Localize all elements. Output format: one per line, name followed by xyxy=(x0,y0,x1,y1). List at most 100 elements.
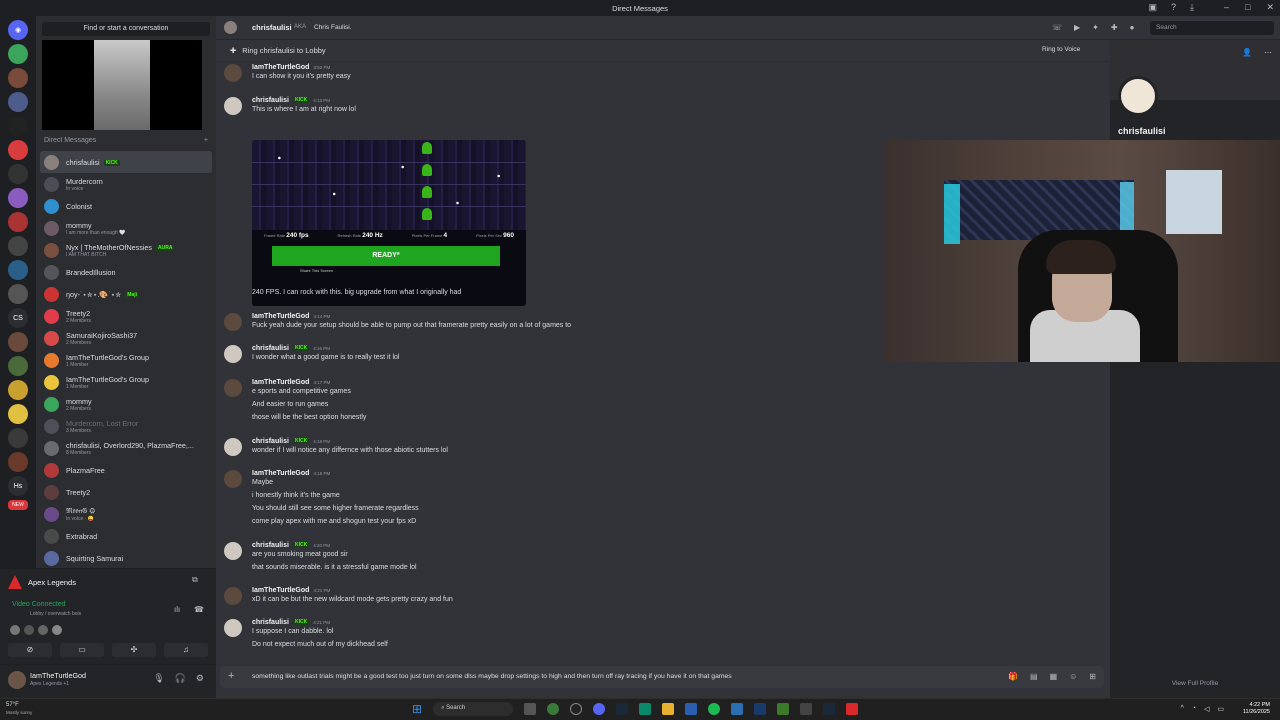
mic-icon[interactable]: 🎙 xyxy=(153,673,164,684)
avatar[interactable] xyxy=(224,313,242,331)
server-icon[interactable] xyxy=(8,188,28,208)
server-icon[interactable] xyxy=(8,164,28,184)
attach-button[interactable]: + xyxy=(228,670,234,682)
dm-item[interactable]: 𝔐𝔬𝔬𝔫𝔊 ⚙ In voice · 😜 xyxy=(40,503,212,525)
tray-chevron-icon[interactable]: ^ xyxy=(1180,705,1183,713)
message-author[interactable]: chrisfaulisi xyxy=(252,345,289,352)
avatar[interactable] xyxy=(224,470,242,488)
server-icon[interactable] xyxy=(8,332,28,352)
gear-icon[interactable]: ⚙ xyxy=(196,673,204,684)
avatar[interactable] xyxy=(224,438,242,456)
apps-icon[interactable]: ⊞ xyxy=(1089,672,1096,681)
task-view-icon[interactable] xyxy=(524,703,537,715)
windows-start-icon[interactable]: ⊞ xyxy=(412,702,422,716)
dm-item[interactable]: Nyx | TheMotherOfNessies AURA I AM THAT BI… xyxy=(40,239,212,261)
dm-item[interactable]: Extrabrad xyxy=(40,525,212,547)
soundboard-icon[interactable]: ılı xyxy=(174,605,180,614)
message-input[interactable]: something like outlast trials might be a… xyxy=(252,673,732,680)
message-author[interactable]: chrisfaulisi xyxy=(252,438,289,445)
gift-icon[interactable]: 🎁 xyxy=(1008,672,1018,681)
popout-icon[interactable]: ⧉ xyxy=(192,575,198,585)
minimize-button[interactable]: – xyxy=(1224,2,1229,13)
server-icon[interactable] xyxy=(8,68,28,88)
app-icon[interactable] xyxy=(547,703,560,715)
add-dm-button[interactable]: + xyxy=(204,137,208,144)
sticker-icon[interactable]: ▦ xyxy=(1050,672,1058,681)
steam-icon[interactable] xyxy=(616,703,629,715)
minecraft-icon[interactable] xyxy=(777,703,790,715)
avatar[interactable] xyxy=(224,587,242,605)
battery-icon[interactable]: ▭ xyxy=(1217,705,1224,713)
profile-avatar[interactable] xyxy=(1118,76,1158,116)
server-icon[interactable] xyxy=(8,44,28,64)
avatar[interactable] xyxy=(8,671,26,689)
dm-item[interactable]: chrisfaulisi, Overlord290, PlazmaFree,..… xyxy=(40,437,212,459)
message-author[interactable]: IamTheTurtleGod xyxy=(252,64,309,71)
message-author[interactable]: chrisfaulisi xyxy=(252,542,289,549)
more-icon[interactable]: ⋯ xyxy=(1264,48,1272,57)
dm-item[interactable]: IamTheTurtleGod's Group 1 Member xyxy=(40,349,212,371)
stream-preview[interactable] xyxy=(42,40,202,130)
server-icon[interactable] xyxy=(8,92,28,112)
headphones-icon[interactable]: 🎧 xyxy=(175,673,186,684)
taskbar-search[interactable]: ⌕ Search xyxy=(433,702,514,716)
dm-item[interactable]: PlazmaFree xyxy=(40,459,212,481)
message-composer[interactable]: + something like outlast trials might be… xyxy=(220,666,1104,688)
app-icon[interactable] xyxy=(754,703,767,715)
discord-taskbar-icon[interactable] xyxy=(593,703,606,715)
avatar[interactable] xyxy=(224,97,242,115)
server-icon-cs[interactable]: CS xyxy=(8,308,28,328)
avatar[interactable] xyxy=(224,379,242,397)
message-author[interactable]: chrisfaulisi xyxy=(252,97,289,104)
server-icon[interactable] xyxy=(8,428,28,448)
find-conversation-button[interactable]: Find or start a conversation xyxy=(42,22,210,36)
discord-home-icon[interactable]: ◉ xyxy=(8,20,28,40)
view-full-profile-link[interactable]: View Full Profile xyxy=(1110,680,1280,687)
video-icon[interactable]: ▶ xyxy=(1074,23,1080,32)
dm-item[interactable]: BrandedIllusion xyxy=(40,261,212,283)
server-icon[interactable] xyxy=(8,140,28,160)
dm-item[interactable]: Treety2 2 Members xyxy=(40,305,212,327)
dm-item[interactable]: Squirting Samurai xyxy=(40,547,212,569)
server-icon[interactable] xyxy=(8,380,28,400)
soundboard-button[interactable]: ♫ xyxy=(164,643,208,657)
avatar[interactable] xyxy=(224,619,242,637)
app-icon[interactable] xyxy=(823,703,836,715)
message-author[interactable]: IamTheTurtleGod xyxy=(252,470,309,477)
dm-item[interactable]: mommy I am more than enough 🤍 xyxy=(40,217,212,239)
server-icon[interactable] xyxy=(8,212,28,232)
inbox-icon[interactable]: ▣ xyxy=(1148,2,1157,13)
app-icon[interactable] xyxy=(731,703,744,715)
dm-item[interactable]: Colonist xyxy=(40,195,212,217)
app-icon[interactable] xyxy=(639,703,652,715)
user-name[interactable]: IamTheTurtleGod xyxy=(30,671,86,680)
search-input[interactable]: Search xyxy=(1150,21,1274,35)
channel-name[interactable]: chrisfaulisi xyxy=(252,23,292,32)
ring-to-voice-button[interactable]: Ring to Voice xyxy=(1042,46,1080,53)
image-embed[interactable]: Frame Rate 240 fps Refresh Rate 240 Hz Pix… xyxy=(252,140,526,306)
help-icon[interactable]: ? xyxy=(1171,2,1176,13)
dm-item[interactable]: SamuraiKojiroSashi37 2 Members xyxy=(40,327,212,349)
clock[interactable]: 4:22 PM 11/26/2025 xyxy=(1243,702,1270,716)
avatar[interactable] xyxy=(52,625,62,635)
apex-taskbar-icon[interactable] xyxy=(846,703,859,715)
dm-item[interactable]: chrisfaulisi KICK xyxy=(40,151,212,173)
network-icon[interactable]: ◔ xyxy=(1192,705,1196,713)
disconnect-icon[interactable]: ☎ xyxy=(194,605,204,614)
server-icon[interactable] xyxy=(8,452,28,472)
screen-share-button[interactable]: ▭ xyxy=(60,643,104,657)
spotify-icon[interactable] xyxy=(708,703,721,715)
message-author[interactable]: IamTheTurtleGod xyxy=(252,379,309,386)
pin-icon[interactable]: ✦ xyxy=(1092,23,1099,32)
dm-item[interactable]: ŋoy-˙⋆✮⋆.🎨˙⋆✮ Maji xyxy=(40,283,212,305)
server-icon[interactable] xyxy=(8,356,28,376)
avatar[interactable] xyxy=(224,542,242,560)
message-author[interactable]: IamTheTurtleGod xyxy=(252,313,309,320)
emoji-icon[interactable]: ☺ xyxy=(1069,672,1077,681)
close-button[interactable]: ✕ xyxy=(1266,2,1274,13)
server-icon[interactable] xyxy=(8,116,28,136)
voice-channel[interactable]: Lobby / overwatch bois xyxy=(30,611,81,617)
maximize-button[interactable]: □ xyxy=(1245,2,1250,13)
folder-icon[interactable] xyxy=(662,703,675,715)
weather-widget[interactable]: 57°F Mostly sunny xyxy=(6,702,32,716)
